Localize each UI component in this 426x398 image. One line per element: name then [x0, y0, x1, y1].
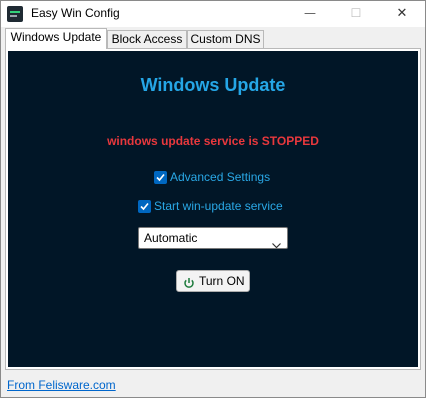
windows-update-panel: Windows Update windows update service is…: [8, 51, 418, 367]
turn-on-label: Turn ON: [199, 274, 245, 288]
startup-type-dropdown[interactable]: Automatic: [138, 227, 288, 249]
panel-heading: Windows Update: [140, 75, 286, 95]
title-bar[interactable]: Easy Win Config — ☐ ✕: [1, 1, 425, 27]
close-button[interactable]: ✕: [379, 1, 425, 27]
window-title: Easy Win Config: [31, 6, 120, 20]
advanced-settings-checkbox[interactable]: Advanced Settings: [154, 170, 284, 186]
startup-type-value: Automatic: [144, 231, 198, 245]
chevron-down-icon: [272, 235, 281, 255]
checkbox-checked-icon[interactable]: [138, 200, 151, 213]
felisware-link[interactable]: From Felisware.com: [7, 378, 116, 392]
tab-block-access[interactable]: Block Access: [107, 30, 187, 48]
app-icon: [7, 6, 23, 22]
checkbox-checked-icon[interactable]: [154, 171, 167, 184]
maximize-button[interactable]: ☐: [333, 1, 379, 27]
start-service-checkbox[interactable]: Start win-update service: [138, 199, 298, 215]
start-service-label: Start win-update service: [154, 199, 283, 213]
advanced-settings-label: Advanced Settings: [170, 170, 271, 184]
tab-windows-update[interactable]: Windows Update: [5, 28, 107, 49]
tab-custom-dns[interactable]: Custom DNS: [187, 30, 264, 48]
turn-on-button[interactable]: Turn ON: [176, 270, 250, 292]
service-status-text: windows update service is STOPPED: [107, 134, 319, 148]
tab-page-frame: Windows Update windows update service is…: [5, 48, 421, 370]
power-icon: [183, 275, 195, 295]
app-window: Easy Win Config — ☐ ✕ Windows Update Blo…: [0, 0, 426, 398]
minimize-button[interactable]: —: [287, 1, 333, 27]
